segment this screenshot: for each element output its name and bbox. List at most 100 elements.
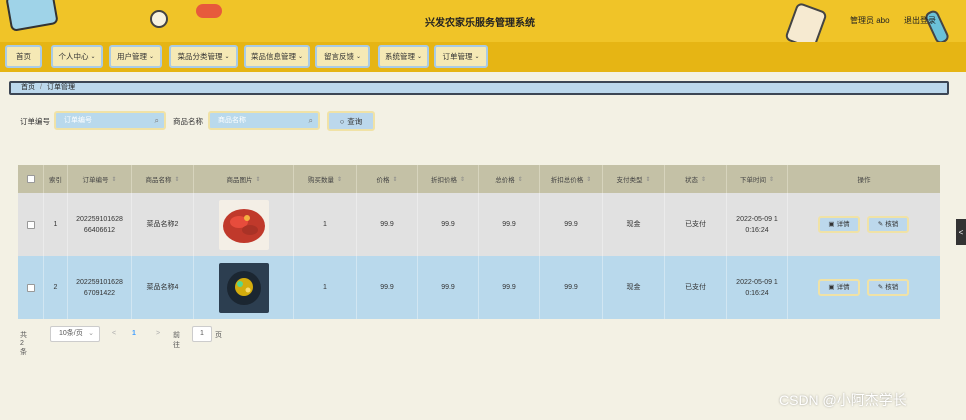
td-order-no: 202259101628 66406612 <box>68 193 132 256</box>
td-select <box>18 193 44 256</box>
search-icon: ○ <box>339 116 345 126</box>
row-checkbox[interactable] <box>26 283 35 292</box>
chevron-down-icon: ⌄ <box>90 54 96 60</box>
dish-name-input[interactable]: 商品名称 ⌕ <box>208 111 320 130</box>
main-nav: 首页 个人中心 ⌄ 用户管理 ⌄ 菜品分类管理 ⌄ 菜品信息管理 ⌄ 留言反馈 ⌄ 系统管… <box>0 42 966 72</box>
td-price: 99.9 <box>357 256 418 319</box>
order-no-label: 订单编号 <box>20 117 50 126</box>
th-order-time[interactable]: 下单时间 ⇕ <box>727 165 788 193</box>
th-dish-name[interactable]: 商品名称 ⇕ <box>132 165 194 193</box>
td-order-time: 2022-05-09 1 0:16:24 <box>727 256 788 319</box>
th-price[interactable]: 价格 ⇕ <box>357 165 418 193</box>
td-index: 1 <box>44 193 68 256</box>
next-page-button[interactable]: > <box>156 330 160 337</box>
header-decoration <box>150 10 168 28</box>
goto-page-input[interactable]: 1 <box>192 326 212 342</box>
time-line: 2022-05-09 1 <box>736 215 778 223</box>
breadcrumb-current: 订单管理 <box>46 84 75 91</box>
td-quantity: 1 <box>294 256 357 319</box>
th-dish-image[interactable]: 商品图片 ⇕ <box>194 165 294 193</box>
th-status[interactable]: 状态 ⇕ <box>665 165 727 193</box>
verify-button[interactable]: ✎ 核销 <box>867 279 909 296</box>
search-icon: ⌕ <box>308 116 313 125</box>
verify-label: 核销 <box>885 284 899 291</box>
query-button[interactable]: ○ 查询 <box>327 111 375 131</box>
dish-dark-icon[interactable] <box>218 262 269 313</box>
th-order-no[interactable]: 订单编号 ⇕ <box>68 165 132 193</box>
page-size-value: 10条/页 <box>59 330 83 337</box>
page-suffix-label: 页 <box>215 332 222 339</box>
sort-icon: ⇕ <box>255 176 261 183</box>
nav-item-dish-info[interactable]: 菜品信息管理 ⌄ <box>244 45 310 68</box>
td-status: 已支付 <box>665 256 727 319</box>
app-header: 兴发农家乐服务管理系统 管理员 abo 退出登录 <box>0 0 966 42</box>
chevron-down-icon: ⌄ <box>88 330 94 337</box>
th-label: 下单时间 <box>739 177 766 184</box>
th-label: 价格 <box>376 177 390 184</box>
dish-name-label: 商品名称 <box>173 117 203 126</box>
nav-item-dish-category[interactable]: 菜品分类管理 ⌄ <box>169 45 238 68</box>
verify-button[interactable]: ✎ 核销 <box>867 216 909 233</box>
breadcrumb: 首页 / 订单管理 <box>9 81 949 95</box>
td-status: 已支付 <box>665 193 727 256</box>
row-checkbox[interactable] <box>26 220 35 229</box>
th-label: 索引 <box>49 177 62 184</box>
td-actions: ▣ 详情 ✎ 核销 <box>788 193 940 256</box>
logout-link[interactable]: 退出登录 <box>904 15 936 26</box>
dish-red-icon[interactable] <box>218 199 269 250</box>
nav-item-user-management[interactable]: 用户管理 ⌄ <box>109 45 162 68</box>
detail-label: 详情 <box>836 284 850 291</box>
order-no-input[interactable]: 订单编号 ⌕ <box>54 111 166 130</box>
th-total[interactable]: 总价格 ⇕ <box>479 165 540 193</box>
sort-icon: ⇕ <box>586 176 592 183</box>
td-pay-type: 现金 <box>603 193 665 256</box>
td-discount-price: 99.9 <box>418 256 479 319</box>
table-header: 索引 订单编号 ⇕ 商品名称 ⇕ 商品图片 ⇕ 购买数量 ⇕ 价格 ⇕ 折扣价格 ⇕ 总价格… <box>18 165 940 193</box>
select-all-checkbox[interactable] <box>26 175 35 183</box>
th-pay-type[interactable]: 支付类型 ⇕ <box>603 165 665 193</box>
nav-item-system[interactable]: 系统管理 ⌄ <box>378 45 429 68</box>
table-row: 2 202259101628 67091422 菜品名称4 1 99.9 99.9… <box>18 256 940 319</box>
td-order-no: 202259101628 67091422 <box>68 256 132 319</box>
td-discount-total: 99.9 <box>540 256 603 319</box>
th-quantity[interactable]: 购买数量 ⇕ <box>294 165 357 193</box>
edit-icon: ✎ <box>877 221 884 228</box>
header-decoration <box>784 1 828 42</box>
breadcrumb-home[interactable]: 首页 <box>21 84 35 91</box>
td-price: 99.9 <box>357 193 418 256</box>
th-label: 总价格 <box>495 177 515 184</box>
th-label: 支付类型 <box>616 177 643 184</box>
td-discount-price: 99.9 <box>418 193 479 256</box>
detail-button[interactable]: ▣ 详情 <box>818 279 860 296</box>
th-discount-price[interactable]: 折扣价格 ⇕ <box>418 165 479 193</box>
td-dish-name: 菜品名称2 <box>132 193 194 256</box>
nav-item-home[interactable]: 首页 <box>5 45 42 68</box>
nav-item-orders[interactable]: 订单管理 ⌄ <box>434 45 488 68</box>
th-label: 商品名称 <box>145 177 172 184</box>
nav-item-personal-center[interactable]: 个人中心 ⌄ <box>51 45 103 68</box>
prev-page-button[interactable]: < <box>112 330 116 337</box>
order-no-placeholder: 订单编号 <box>64 117 92 124</box>
sort-icon: ⇕ <box>517 176 523 183</box>
detail-button[interactable]: ▣ 详情 <box>818 216 860 233</box>
td-actions: ▣ 详情 ✎ 核销 <box>788 256 940 319</box>
page-number-current[interactable]: 1 <box>132 330 136 337</box>
chevron-down-icon: ⌄ <box>416 54 423 60</box>
breadcrumb-separator: / <box>40 84 42 91</box>
sort-icon: ⇕ <box>336 176 343 183</box>
time-line: 0:16:24 <box>745 289 769 297</box>
goto-label: 前往 <box>173 332 180 349</box>
nav-label: 菜品信息管理 <box>250 52 296 61</box>
nav-label: 菜品分类管理 <box>177 52 223 61</box>
side-collapse-tab[interactable]: < <box>956 219 966 245</box>
chevron-down-icon: ⌄ <box>297 54 304 60</box>
order-no-line: 202259101628 <box>76 278 123 286</box>
sort-icon: ⇕ <box>700 176 707 183</box>
td-pay-type: 现金 <box>603 256 665 319</box>
search-icon: ⌕ <box>154 116 159 125</box>
table-row: 1 202259101628 66406612 菜品名称2 1 99.9 99.9… <box>18 193 940 256</box>
sort-icon: ⇕ <box>392 176 398 183</box>
page-size-select[interactable]: 10条/页 ⌄ <box>50 326 100 342</box>
nav-item-feedback[interactable]: 留言反馈 ⌄ <box>315 45 370 68</box>
th-discount-total[interactable]: 折扣总价格 ⇕ <box>540 165 603 193</box>
